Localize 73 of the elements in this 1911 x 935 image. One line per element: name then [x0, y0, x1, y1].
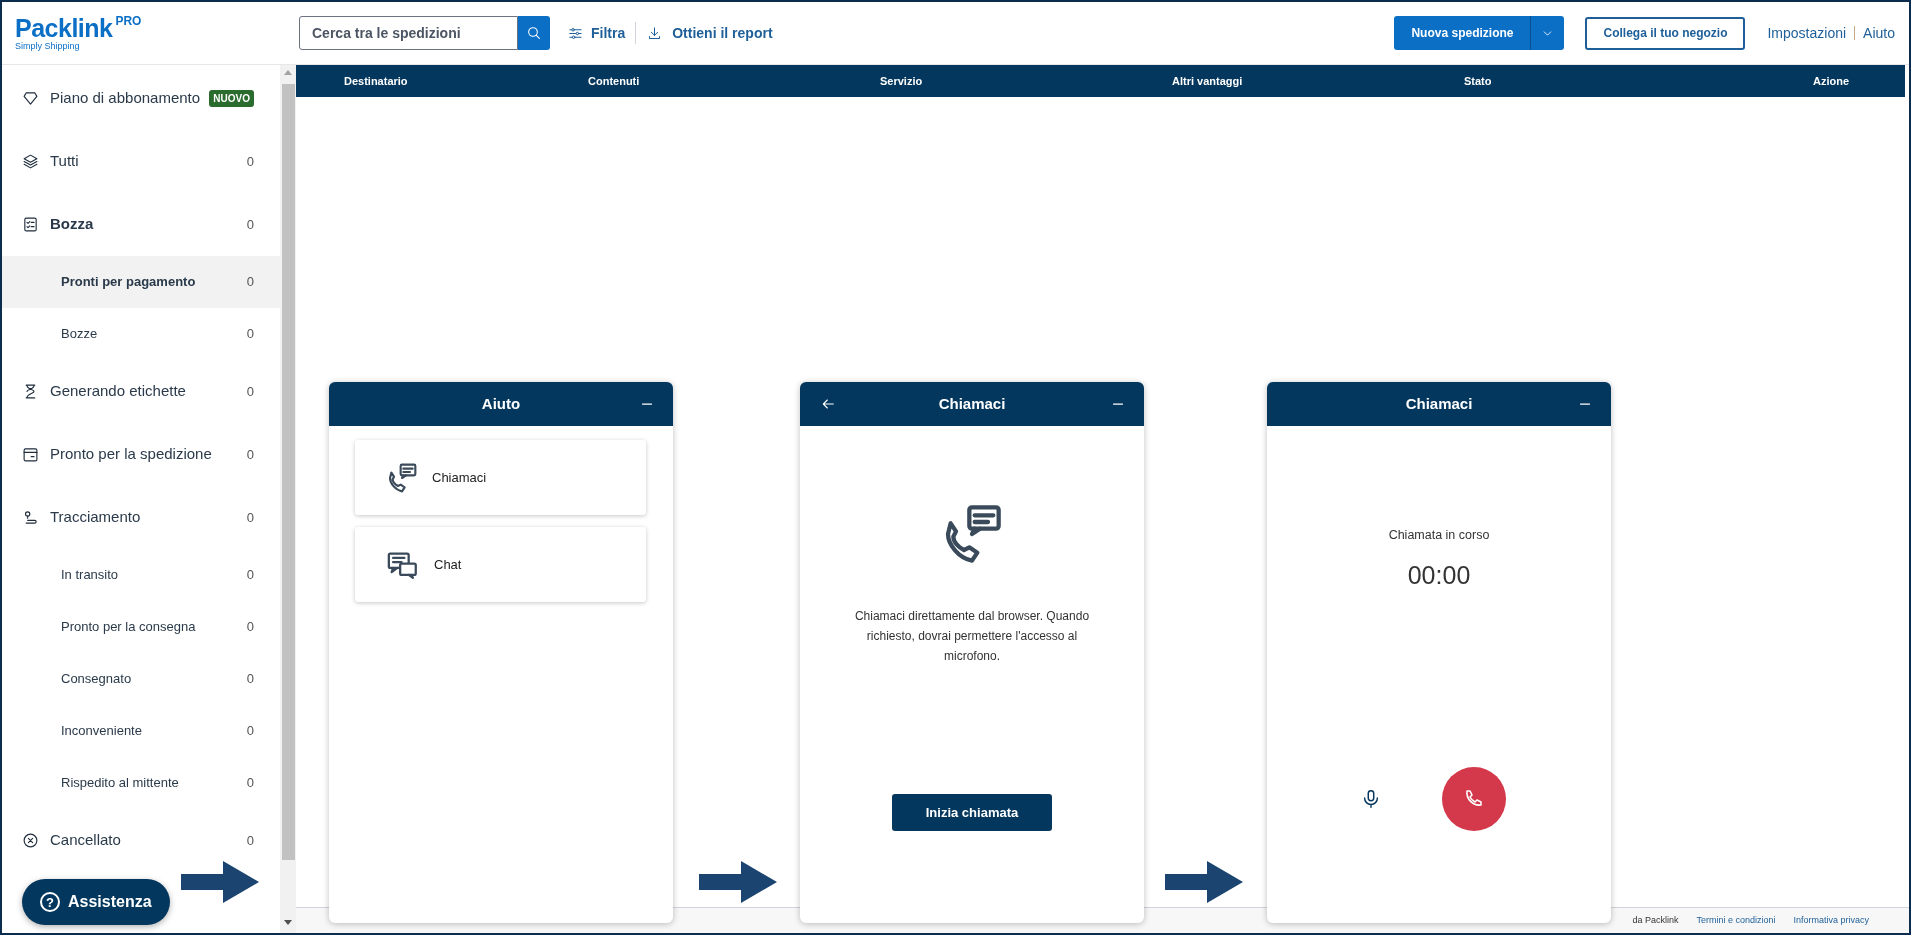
item-count: 0 — [246, 325, 254, 344]
sidebar-subitem[interactable]: Pronti per pagamento 0 — [2, 256, 280, 308]
column-header[interactable]: Azione — [1813, 74, 1850, 87]
header-link[interactable]: Aiuto — [1863, 22, 1895, 44]
sidebar-item[interactable]: Piano di abbonamento NUOVO — [2, 67, 280, 130]
search-field[interactable]: Cerca tra le spedizioni — [299, 16, 518, 50]
logo-text: Packlink — [15, 14, 113, 41]
search-icon — [526, 25, 542, 41]
diamond-icon — [22, 90, 39, 107]
back-arrow-icon — [820, 396, 836, 412]
download-icon — [647, 25, 663, 41]
new-badge: NUOVO — [209, 90, 254, 107]
call-timer: 00:00 — [1407, 559, 1471, 591]
sidebar-subitem[interactable]: Consegnato 0 — [2, 653, 280, 705]
scrollbar[interactable] — [280, 65, 296, 933]
help-option[interactable]: Chat — [355, 527, 646, 602]
item-count: 0 — [246, 618, 254, 637]
column-header[interactable]: Destinatario — [344, 74, 408, 87]
item-count: 0 — [246, 445, 254, 464]
filter-button[interactable]: Filtra — [568, 22, 626, 44]
column-header[interactable]: Contenuti — [588, 74, 640, 87]
item-count: 0 — [246, 722, 254, 741]
footer-link[interactable]: Termini e condizioni — [1696, 914, 1776, 928]
report-button[interactable]: Ottieni il report — [647, 22, 773, 44]
sidebar-item[interactable]: Tutti 0 — [2, 130, 280, 193]
phone-chat-icon — [386, 461, 418, 494]
right-arrow-icon — [181, 861, 259, 903]
sliders-icon — [568, 25, 583, 41]
logo-pro-label: PRO — [115, 14, 142, 27]
call-instructions: Chiamaci direttamente dal browser. Quando richiesto, dovrai permettere l'accesso al microfono. — [854, 608, 1090, 665]
sidebar-subitem[interactable]: Bozze 0 — [2, 308, 280, 360]
column-header[interactable]: Stato — [1464, 74, 1492, 87]
box-icon — [22, 446, 39, 463]
footer-credit: da Packlink — [1632, 914, 1679, 927]
sidebar-item[interactable]: Cancellato 0 — [2, 809, 280, 872]
item-count: 0 — [246, 215, 254, 234]
help-option[interactable]: Chiamaci — [355, 440, 646, 515]
sidebar-item[interactable]: Tracciamento 0 — [2, 486, 280, 549]
call-status: Chiamata in corso — [1388, 527, 1490, 544]
sidebar-subitem[interactable]: Inconveniente 0 — [2, 705, 280, 757]
header-link[interactable]: Impostazioni — [1767, 22, 1847, 44]
panel-title: Chiamaci — [1405, 393, 1473, 414]
connect-store-button[interactable]: Collega il tuo negozio — [1585, 16, 1746, 50]
item-count: 0 — [246, 831, 254, 850]
layers-icon — [22, 153, 39, 170]
column-header[interactable]: Altri vantaggi — [1172, 74, 1243, 87]
item-count: 0 — [246, 774, 254, 793]
panel-title: Chiamaci — [938, 393, 1006, 414]
sidebar-item[interactable]: Bozza 0 — [2, 193, 280, 256]
item-count: 0 — [246, 382, 254, 401]
item-count: 0 — [246, 670, 254, 689]
sidebar-subitem[interactable]: Pronto per la consegna 0 — [2, 601, 280, 653]
item-count: 0 — [246, 566, 254, 585]
logo-tagline: Simply Shipping — [15, 40, 81, 52]
assistance-button[interactable]: ? Assistenza — [22, 879, 170, 925]
right-arrow-icon — [699, 861, 777, 903]
sidebar-subitem[interactable]: Rispedito al mittente 0 — [2, 757, 280, 809]
cancel-icon — [22, 832, 39, 849]
sidebar-item[interactable]: Generando etichette 0 — [2, 360, 280, 423]
sidebar-item[interactable]: Pronto per la spedizione 0 — [2, 423, 280, 486]
sidebar-subitem[interactable]: In transito 0 — [2, 549, 280, 601]
panel-title: Aiuto — [481, 393, 521, 414]
column-header[interactable]: Servizio — [880, 74, 923, 87]
search-button[interactable] — [518, 16, 550, 50]
item-count: 0 — [246, 152, 254, 171]
item-count: 0 — [246, 273, 254, 292]
start-call-button[interactable]: Inizia chiamata — [892, 794, 1052, 831]
back-button[interactable] — [820, 396, 836, 412]
footer-link[interactable]: Informativa privacy — [1793, 914, 1869, 928]
right-arrow-icon — [1165, 861, 1243, 903]
checklist-icon — [22, 216, 39, 233]
item-count: 0 — [246, 508, 254, 527]
route-icon — [22, 509, 39, 526]
